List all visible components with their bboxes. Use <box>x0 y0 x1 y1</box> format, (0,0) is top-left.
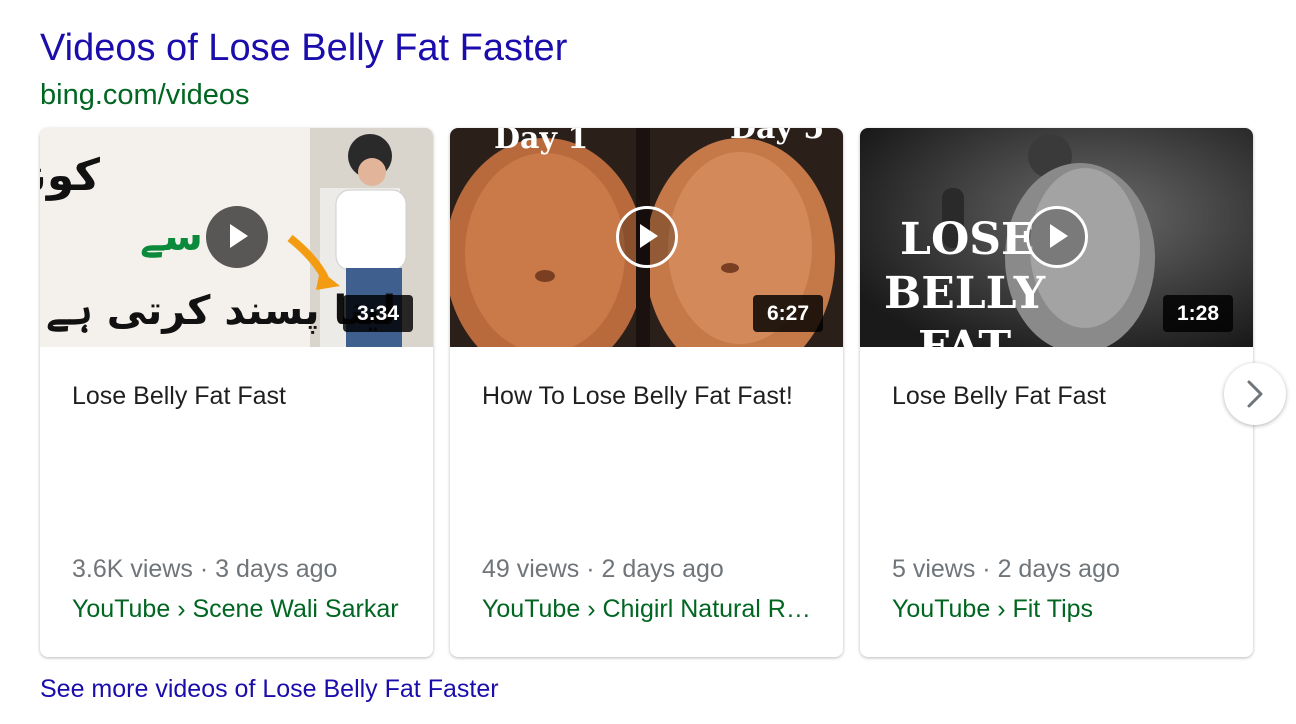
carousel-next-button[interactable] <box>1224 363 1286 425</box>
video-title[interactable]: How To Lose Belly Fat Fast! <box>482 379 812 413</box>
thumb-text-day5: Day 5 <box>730 128 824 146</box>
thumb-text-day1: Day 1 <box>494 128 588 156</box>
video-card[interactable]: کونسی عورت پیچھے سے لینا پسند کرتی ہے 3:… <box>40 128 433 657</box>
video-meta: 3.6K views · 3 days ago <box>72 555 338 583</box>
video-card[interactable]: Day 1 Day 5 6:27 How To Lose Belly Fat F… <box>450 128 843 657</box>
section-title-link[interactable]: Videos of Lose Belly Fat Faster <box>40 24 567 72</box>
video-channel: YouTube › Chigirl Natural Remedies <box>482 595 817 623</box>
video-duration-badge: 6:27 <box>752 295 823 332</box>
video-meta: 5 views · 2 days ago <box>892 555 1120 583</box>
video-meta: 49 views · 2 days ago <box>482 555 724 583</box>
chevron-right-icon <box>1247 380 1263 408</box>
thumb-text-fat: FAT <box>918 322 1011 347</box>
thumb-text-lose: LOSE <box>900 214 1035 265</box>
see-more-videos-link[interactable]: See more videos of Lose Belly Fat Faster <box>40 672 499 706</box>
video-channel: YouTube › Fit Tips <box>892 595 1094 623</box>
play-icon[interactable] <box>1026 206 1088 268</box>
video-title[interactable]: Lose Belly Fat Fast <box>72 379 402 413</box>
thumb-text-belly: BELLY <box>884 268 1046 319</box>
video-card[interactable]: LOSE BELLY FAT 1:28 Lose Belly Fat Fast … <box>860 128 1253 657</box>
video-thumbnail[interactable]: Day 1 Day 5 6:27 <box>450 128 843 347</box>
video-duration-badge: 1:28 <box>1162 295 1233 332</box>
play-icon[interactable] <box>206 206 268 268</box>
section-source-url: bing.com/videos <box>40 79 250 111</box>
thumb-text-line1: کونسی عورت پیچھے <box>40 150 100 201</box>
video-thumbnail[interactable]: کونسی عورت پیچھے سے لینا پسند کرتی ہے 3:… <box>40 128 433 347</box>
thumb-text-line2: سے <box>140 214 203 260</box>
video-duration-badge: 3:34 <box>342 295 413 332</box>
video-thumbnail[interactable]: LOSE BELLY FAT 1:28 <box>860 128 1253 347</box>
video-title[interactable]: Lose Belly Fat Fast <box>892 379 1222 413</box>
video-results-section: Videos of Lose Belly Fat Faster bing.com… <box>0 0 1296 724</box>
video-channel: YouTube › Scene Wali Sarkar <box>72 595 399 623</box>
play-icon[interactable] <box>616 206 678 268</box>
